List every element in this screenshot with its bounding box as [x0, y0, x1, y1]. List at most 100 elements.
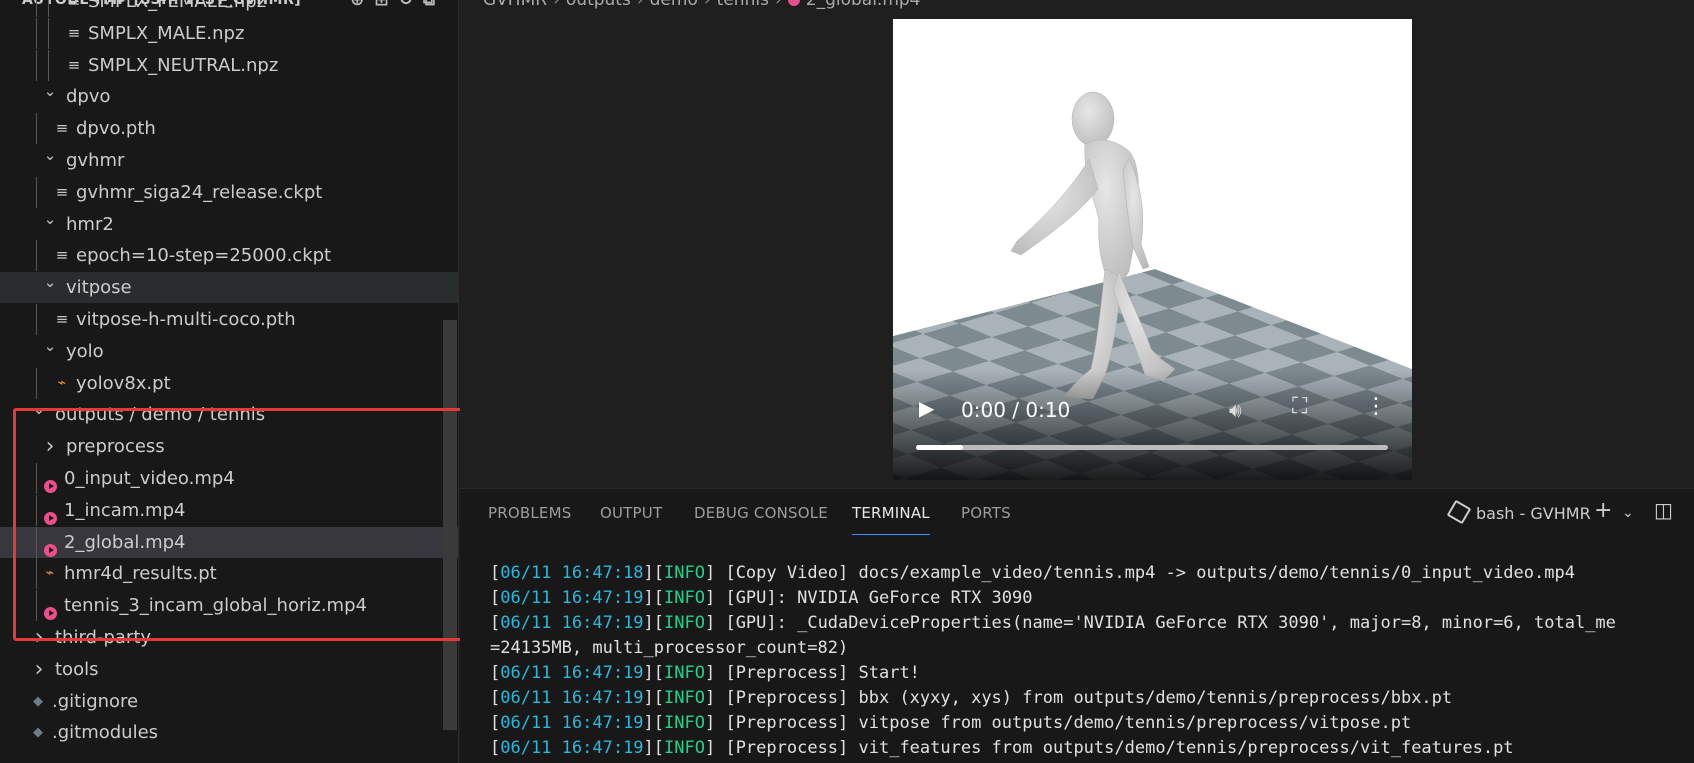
indent-guide	[48, 0, 49, 17]
terminal-line: [06/11 16:47:19][INFO] [Preprocess] bbx …	[490, 688, 1453, 708]
lines-icon: ≡	[67, 23, 81, 42]
log-timestamp: 06/11 16:47:19	[500, 588, 644, 608]
terminal-line: [06/11 16:47:19][INFO] [GPU]: _CudaDevic…	[490, 613, 1616, 633]
new-terminal-icon[interactable]: +	[1594, 498, 1612, 523]
tree-item[interactable]: ⌁ yolov8x.pt	[0, 367, 458, 399]
breadcrumb-item[interactable]: 2_global.mp4	[806, 0, 921, 10]
tree-item[interactable]: ⌄ yolo	[0, 336, 458, 367]
log-timestamp: 06/11 16:47:19	[500, 663, 644, 683]
tree-item[interactable]: ≡ SMPLX_FEMALE.npz	[0, 0, 458, 17]
terminal-line: [06/11 16:47:19][INFO] [GPU]: NVIDIA GeF…	[490, 588, 1033, 608]
log-level: INFO	[664, 688, 705, 708]
chevron-right-icon: ›	[34, 656, 44, 682]
terminal-shell-selector[interactable]: bash - GVHMR	[1446, 499, 1591, 525]
log-level: INFO	[664, 738, 705, 758]
video-progress-track[interactable]	[916, 445, 1388, 450]
indent-guide	[36, 240, 37, 272]
terminal-line: [06/11 16:47:18][INFO] [Copy Video] docs…	[490, 563, 1575, 583]
mp4-file-icon	[787, 0, 800, 6]
video-controls-gradient	[893, 370, 1412, 480]
video-player[interactable]: ▶ 0:00 / 0:10 🔊︎ ⛶ ⋮	[893, 19, 1412, 480]
tree-item-label: hmr2	[66, 213, 114, 235]
indent-guide	[36, 304, 37, 335]
log-timestamp: 06/11 16:47:19	[500, 713, 644, 733]
tree-item[interactable]: ≡ vitpose-h-multi-coco.pth	[0, 304, 458, 335]
tree-item[interactable]: ⌄ dpvo	[0, 81, 458, 112]
bottom-panel: PROBLEMS OUTPUT DEBUG CONSOLE TERMINAL P…	[460, 488, 1694, 763]
breadcrumb-item[interactable]: tennis	[717, 0, 769, 10]
terminal-shell-name: bash - GVHMR	[1476, 504, 1591, 523]
breadcrumb-item[interactable]: outputs	[566, 0, 631, 10]
tree-item-label: SMPLX_FEMALE.npz	[88, 0, 267, 12]
tree-item[interactable]: ≡ dpvo.pth	[0, 113, 458, 145]
log-timestamp: 06/11 16:47:19	[500, 613, 644, 633]
tree-item[interactable]: ◆ .gitignore	[0, 686, 458, 717]
highlight-annotation-box	[13, 408, 472, 641]
tree-item-label: .gitignore	[52, 690, 139, 712]
tree-item-label: vitpose	[66, 277, 132, 299]
tree-item[interactable]: ⌄ gvhmr	[0, 145, 458, 176]
breadcrumb-separator-icon: ›	[703, 0, 711, 10]
breadcrumb-separator-icon: ›	[553, 0, 560, 10]
log-level: INFO	[664, 713, 705, 733]
breadcrumb: GVHMR › outputs › demo › tennis › 2_global.mp4	[483, 0, 920, 10]
play-icon[interactable]: ▶	[919, 396, 934, 420]
log-level: INFO	[664, 588, 705, 608]
tree-item-label: dpvo	[66, 86, 111, 108]
tree-item-label: yolo	[66, 340, 104, 362]
tree-item[interactable]: ⌄ vitpose	[0, 272, 458, 304]
indent-guide	[36, 17, 37, 49]
tree-item-label: epoch=10-step=25000.ckpt	[76, 245, 332, 267]
git-icon: ◆	[33, 725, 43, 741]
editor-area: GVHMR › outputs › demo › tennis › 2_global.mp4	[460, 0, 1694, 488]
tree-item-label: dpvo.pth	[76, 118, 156, 140]
tab-terminal[interactable]: TERMINAL	[852, 504, 930, 535]
tree-item[interactable]: ⌄ hmr2	[0, 209, 458, 240]
terminal-output[interactable]: [06/11 16:47:18][INFO] [Copy Video] docs…	[490, 561, 1616, 761]
terminal-line: [06/11 16:47:19][INFO] [Preprocess] vitp…	[490, 713, 1412, 733]
breadcrumb-item[interactable]: GVHMR	[483, 0, 547, 10]
terminal-profile-icon	[1446, 499, 1472, 525]
log-level: INFO	[664, 563, 705, 583]
chevron-down-icon: ⌄	[43, 273, 57, 292]
indent-guide	[36, 0, 37, 17]
tree-item[interactable]: ≡ epoch=10-step=25000.ckpt	[0, 240, 458, 272]
indent-guide	[36, 113, 37, 145]
log-level: INFO	[664, 613, 705, 633]
chevron-down-icon[interactable]: ⌄	[1622, 505, 1634, 521]
chevron-down-icon: ⌄	[43, 209, 57, 228]
tree-item[interactable]: ≡ gvhmr_siga24_release.ckpt	[0, 176, 458, 208]
tab-output[interactable]: OUTPUT	[600, 504, 662, 534]
split-terminal-icon[interactable]: ◫	[1654, 498, 1673, 522]
log-level: INFO	[664, 663, 705, 683]
tree-item-label: yolov8x.pt	[76, 372, 171, 394]
tree-item-label: SMPLX_NEUTRAL.npz	[88, 54, 279, 76]
tree-item[interactable]: › tools	[0, 654, 458, 685]
indent-guide	[36, 176, 37, 208]
tree-item-label: gvhmr	[66, 150, 125, 171]
tree-item-label: vitpose-h-multi-coco.pth	[76, 309, 296, 330]
chevron-down-icon: ⌄	[43, 146, 57, 164]
video-time-readout: 0:00 / 0:10	[961, 398, 1071, 422]
log-timestamp: 06/11 16:47:18	[500, 563, 644, 583]
video-progress-fill	[916, 445, 964, 450]
tab-debug-console[interactable]: DEBUG CONSOLE	[694, 504, 828, 534]
git-icon: ◆	[33, 693, 43, 709]
tree-item[interactable]: ◆ .gitmodules	[0, 717, 458, 748]
log-timestamp: 06/11 16:47:19	[500, 688, 644, 708]
fullscreen-icon[interactable]: ⛶	[1292, 394, 1307, 419]
more-options-icon[interactable]: ⋮	[1365, 394, 1387, 419]
terminal-line: [06/11 16:47:19][INFO] [Preprocess] Star…	[490, 663, 920, 683]
tree-item[interactable]: ≡ SMPLX_MALE.npz	[0, 17, 458, 49]
tab-problems[interactable]: PROBLEMS	[488, 504, 571, 534]
breadcrumb-item[interactable]: demo	[650, 0, 698, 10]
volume-icon[interactable]: 🔊︎	[1229, 398, 1242, 422]
indent-guide	[36, 49, 37, 81]
rss-icon: ⌁	[57, 374, 67, 391]
tab-ports[interactable]: PORTS	[961, 504, 1011, 534]
tree-item-label: tools	[55, 658, 99, 680]
indent-guide	[48, 17, 49, 49]
lines-icon: ≡	[67, 55, 81, 74]
chevron-down-icon: ⌄	[43, 336, 57, 355]
tree-item[interactable]: ≡ SMPLX_NEUTRAL.npz	[0, 49, 458, 81]
